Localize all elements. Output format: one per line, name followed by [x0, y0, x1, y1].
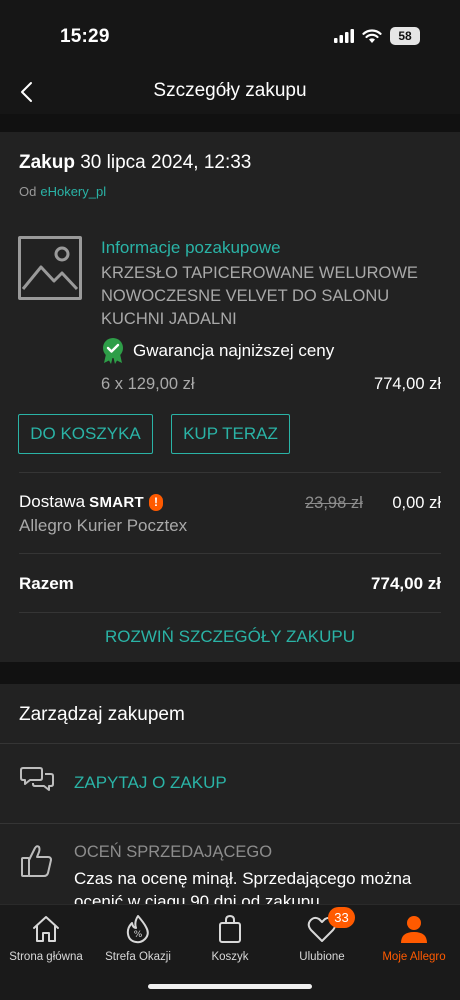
rate-seller-title: OCEŃ SPRZEDAJĄCEGO: [74, 843, 273, 861]
status-time: 15:29: [60, 26, 110, 47]
courier-name: Allegro Kurier Pocztex: [19, 516, 188, 535]
status-bar: 15:29 58: [0, 0, 460, 70]
guarantee-label: Gwarancja najniższej ceny: [133, 341, 335, 360]
ask-about-purchase-row[interactable]: ZAPYTAJ O ZAKUP: [0, 743, 460, 823]
user-icon: [401, 916, 427, 943]
order-label: Zakup: [19, 152, 75, 173]
manage-card: Zarządzaj zakupem ZAPYTAJ O ZAKUP OCEŃ S…: [0, 684, 460, 904]
manage-title: Zarządzaj zakupem: [19, 704, 185, 725]
line-total: 774,00 zł: [374, 375, 441, 393]
delivery-price: 0,00 zł: [392, 494, 441, 512]
total-label: Razem: [19, 574, 74, 593]
tab-label: Koszyk: [211, 951, 249, 963]
tab-label: Strona główna: [9, 951, 83, 963]
add-to-cart-button[interactable]: DO KOSZYKA: [18, 414, 153, 454]
image-placeholder-icon: [21, 246, 79, 291]
seller-link[interactable]: eHokery_pl: [40, 184, 106, 199]
favorites-count-badge: 33: [328, 907, 355, 928]
tab-label: Strefa Okazji: [105, 951, 171, 963]
home-indicator: [148, 984, 312, 989]
page-title: Szczegóły zakupu: [153, 80, 307, 101]
total-value: 774,00 zł: [371, 574, 441, 593]
order-header: Zakup 30 lipca 2024, 12:33: [19, 152, 251, 174]
smart-badge-icon: !: [148, 493, 163, 511]
tab-home[interactable]: Strona główna: [0, 913, 92, 963]
wifi-icon: [362, 28, 382, 43]
order-date: 30 lipca 2024, 12:33: [80, 152, 252, 173]
delivery-text: Dostawa: [19, 492, 86, 511]
tab-label: Ulubione: [299, 951, 345, 963]
battery-indicator: 58: [390, 27, 420, 45]
order-card: Zakup 30 lipca 2024, 12:33 Od eHokery_pl …: [0, 132, 460, 662]
nav-bar: Szczegóły zakupu: [0, 70, 460, 114]
smart-logo: SMART: [89, 493, 144, 511]
divider: [19, 612, 441, 613]
quantity-unit-price: 6 x 129,00 zł: [101, 375, 195, 393]
tab-favorites[interactable]: 33 Ulubione: [276, 907, 368, 963]
divider: [19, 472, 441, 473]
rate-seller-row[interactable]: OCEŃ SPRZEDAJĄCEGO Czas na ocenę minął. …: [0, 823, 460, 904]
section-gap: [0, 114, 460, 132]
tab-my-allegro[interactable]: Moje Allegro: [368, 913, 460, 963]
tab-deals[interactable]: % Strefa Okazji: [92, 913, 184, 963]
seller-prefix: Od: [19, 184, 37, 199]
seller-line: Od eHokery_pl: [19, 184, 106, 199]
divider: [19, 553, 441, 554]
tab-cart[interactable]: Koszyk: [184, 913, 276, 963]
lowest-price-guarantee: Gwarancja najniższej ceny: [101, 338, 334, 364]
signal-icon: [334, 29, 354, 43]
thumbs-up-icon: [21, 845, 52, 877]
post-purchase-info-link[interactable]: Informacje pozakupowe: [101, 238, 281, 258]
svg-text:%: %: [134, 930, 143, 940]
deals-icon: %: [126, 915, 149, 944]
buy-now-button[interactable]: KUP TERAZ: [171, 414, 290, 454]
rate-seller-description: Czas na ocenę minął. Sprzedającego można…: [74, 869, 412, 904]
status-icons: 58: [334, 27, 420, 45]
home-icon: [33, 916, 59, 942]
expand-details-button[interactable]: ROZWIŃ SZCZEGÓŁY ZAKUPU: [0, 627, 460, 647]
tab-label: Moje Allegro: [382, 951, 446, 963]
product-name[interactable]: KRZESŁO TAPICEROWANE WELUROWE NOWOCZESNE…: [101, 262, 446, 331]
cart-icon: [219, 914, 241, 943]
delivery-old-price: 23,98 zł: [305, 494, 363, 512]
delivery-label: Dostawa SMART!: [19, 492, 163, 512]
ask-about-purchase-link[interactable]: ZAPYTAJ O ZAKUP: [74, 773, 227, 793]
chat-bubbles-icon: [20, 767, 54, 791]
section-gap: [0, 662, 460, 684]
product-image-placeholder[interactable]: [18, 236, 82, 300]
guarantee-badge-icon: [103, 338, 123, 364]
